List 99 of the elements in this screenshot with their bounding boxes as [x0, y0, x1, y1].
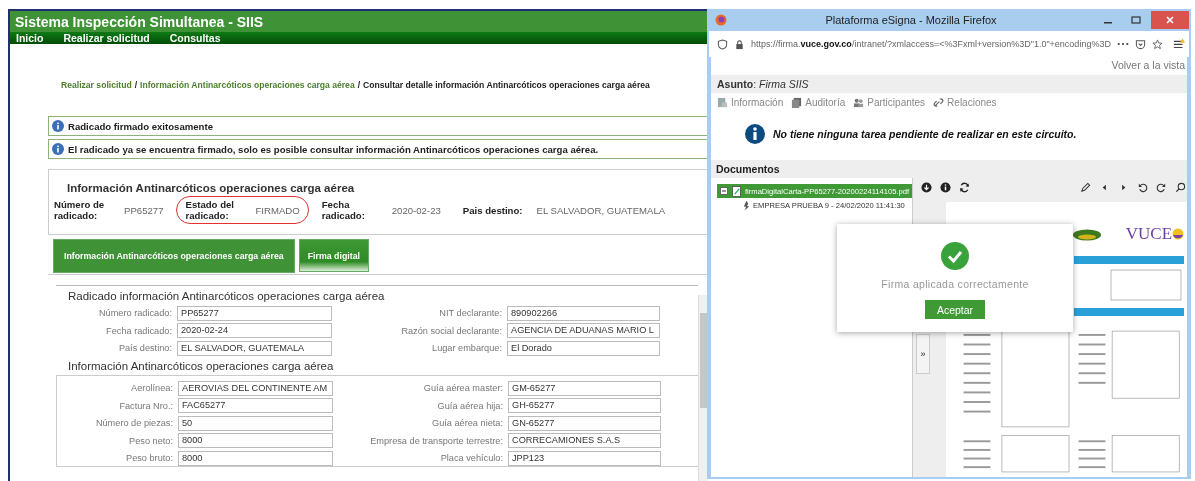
pencil-icon[interactable] [1080, 181, 1092, 193]
field-label: Peso neto: [128, 435, 173, 446]
text-field[interactable]: CORRECAMIONES S.A.S [508, 433, 661, 448]
subject-text: Asunto: Firma SIIS [717, 78, 809, 90]
info-icon[interactable] [940, 181, 952, 193]
browser-logo-icon [715, 14, 727, 26]
dialog-message: Firma aplicada correctamente [881, 278, 1029, 290]
toolbar-link[interactable]: Auditoría [791, 97, 846, 108]
field-label: Guía aérea master: [422, 383, 503, 393]
link-icon [933, 97, 945, 108]
text-field[interactable]: AGENCIA DE ADUANAS MARIO L [507, 323, 660, 338]
window-title: Sistema Inspección Simultanea - SIIS [10, 11, 708, 32]
tab[interactable]: Información Antinarcóticos operaciones carga aérea [53, 239, 295, 273]
field-label: Pais destino: [462, 204, 523, 216]
field-label: Razón social declarante: [400, 325, 502, 336]
emblem-icon [1071, 227, 1102, 241]
check-icon [941, 242, 969, 270]
field-value: FIRMADO [255, 204, 300, 216]
text-field[interactable]: 8000 [178, 450, 333, 466]
breadcrumb-link[interactable]: Realizar solicitud [61, 80, 132, 90]
window-title: Plataforma eSigna - Mozilla Firefox [824, 14, 998, 26]
field-label: Guía aérea nieta: [431, 418, 503, 428]
nav-link[interactable]: Realizar solicitud [63, 32, 150, 44]
people-icon [853, 97, 865, 108]
back-link[interactable]: Volver a la vista [1111, 57, 1187, 75]
info-icon [52, 120, 64, 132]
field-value: EL SALVADOR, GUATEMALA [536, 204, 666, 216]
nav-link[interactable]: Consultas [169, 32, 221, 44]
section-title: Información Antinarcóticos operaciones carga aérea [68, 360, 335, 372]
shield-icon [717, 38, 728, 50]
toolbar-link[interactable]: Información [717, 97, 784, 108]
download-icon[interactable] [921, 181, 933, 193]
refresh-icon[interactable] [959, 181, 971, 193]
text-field[interactable]: EL SALVADOR, GUATEMALA [177, 340, 332, 356]
minimize-icon [1104, 22, 1112, 24]
text-field[interactable]: GN-65277 [508, 415, 661, 431]
field-label: Aerolínea: [130, 383, 173, 393]
text-field[interactable]: JPP123 [508, 450, 661, 466]
text-field[interactable]: GH-65277 [508, 398, 661, 413]
logo-text: VUCE [1125, 224, 1173, 244]
lock-icon [734, 38, 745, 50]
logo-globe-icon [1172, 228, 1185, 240]
info-icon [52, 143, 64, 155]
maximize-icon [1131, 15, 1141, 25]
summary-title: Información Antinarcóticos operaciones carga aérea [67, 182, 356, 194]
toolbar-link[interactable]: Participantes [853, 97, 926, 108]
rotate-right-icon[interactable] [1156, 181, 1168, 193]
document-icon [732, 185, 741, 197]
signature-icon [743, 200, 750, 211]
field-label: Fecha radicado: [321, 199, 366, 222]
close-icon [1165, 15, 1175, 25]
field-label: Número de piezas: [94, 418, 173, 428]
breadcrumb-link[interactable]: Información Antinarcóticos operaciones carga aérea [140, 80, 355, 90]
text-field[interactable]: FAC65277 [178, 398, 333, 413]
text-field[interactable]: El Dorado [507, 340, 660, 356]
field-label: Lugar embarque: [431, 343, 502, 353]
pocket-icon[interactable] [1134, 38, 1146, 50]
panel-toggle[interactable]: » [916, 334, 931, 374]
breadcrumb-current: Consultar detalle información Antinarcóticos operaciones carga aérea [363, 80, 650, 90]
nav-link[interactable]: Inicio [16, 32, 44, 44]
breadcrumb-separator: / [134, 80, 138, 90]
field-label: Peso bruto: [125, 453, 173, 463]
section-header: Documentos [711, 160, 1187, 178]
field-label: País destino: [117, 343, 172, 353]
text-field[interactable]: GM-65277 [508, 380, 661, 396]
zoom-icon[interactable] [1175, 181, 1187, 193]
text-field[interactable]: 8000 [178, 433, 333, 448]
text-field[interactable]: PP65277 [177, 305, 332, 321]
text-field[interactable]: 2020-02-24 [177, 323, 332, 338]
field-value: PP65277 [124, 204, 164, 216]
text-field[interactable]: AEROVIAS DEL CONTINENTE AM [178, 380, 333, 396]
text-field[interactable]: 50 [178, 415, 333, 431]
accept-button[interactable]: Aceptar [924, 300, 986, 319]
collapse-icon[interactable] [720, 187, 728, 195]
field-label: Fecha radicado: [105, 325, 172, 336]
rotate-left-icon[interactable] [1137, 181, 1149, 193]
field-label: Factura Nro.: [118, 400, 173, 411]
breadcrumb-separator: / [357, 80, 361, 90]
field-label: Número de radicado: [54, 199, 106, 222]
section-title: Radicado información Antinarcóticos operaciones carga aérea [68, 290, 386, 302]
field-label: Número radicado: [97, 308, 172, 318]
notice-text: No tiene ninguna tarea pendiente de realizar en este circuito. [773, 128, 1077, 140]
toolbar-link[interactable]: Relaciones [933, 97, 997, 108]
pages-icon [791, 97, 803, 108]
field-value: 2020-02-23 [391, 204, 441, 216]
tab[interactable]: Firma digital [298, 239, 369, 272]
info-icon [745, 124, 765, 144]
menu-icon[interactable] [1172, 37, 1185, 51]
document-icon [717, 97, 728, 108]
message-text: El radicado ya se encuentra firmado, solo es posible consultar información Antinarcóticos operaciones carga aérea. [68, 143, 599, 155]
star-icon[interactable] [1151, 38, 1163, 50]
text-field[interactable]: 890902266 [507, 305, 660, 321]
field-label: Placa vehículo: [439, 453, 503, 463]
message-text: Radicado firmado exitosamente [68, 120, 213, 132]
field-label: Empresa de transporte terrestre: [369, 435, 503, 446]
field-label: Estado del radicado: [185, 199, 235, 222]
field-label: NIT declarante: [438, 308, 502, 318]
more-icon[interactable] [1116, 42, 1129, 46]
field-label: Guía aérea hija: [436, 400, 503, 411]
